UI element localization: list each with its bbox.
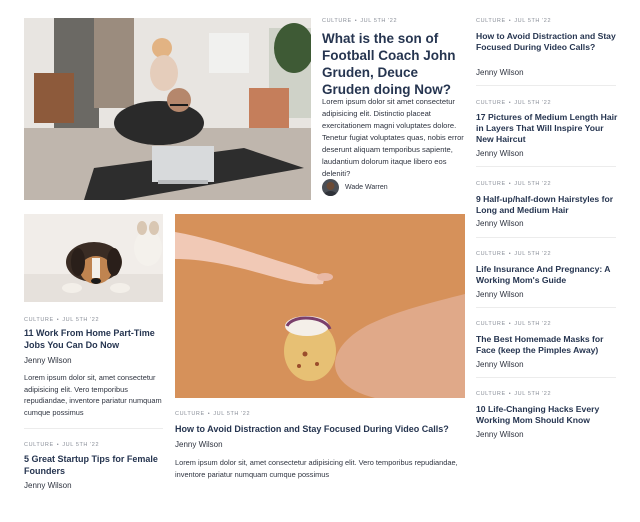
sidebar-meta: CULTURE • JUL 5TH '22 <box>476 100 552 106</box>
divider <box>476 237 616 238</box>
divider <box>476 307 616 308</box>
sidebar-title[interactable]: 10 Life-Changing Hacks Every Working Mom… <box>476 404 620 426</box>
date-label: JUL 5TH '22 <box>514 181 552 187</box>
post-author[interactable]: Jenny Wilson <box>24 356 72 365</box>
date-label: JUL 5TH '22 <box>514 391 552 397</box>
sidebar-author[interactable]: Jenny Wilson <box>476 430 524 439</box>
cake-hands-image[interactable] <box>175 214 465 398</box>
category-label[interactable]: CULTURE <box>476 251 506 257</box>
divider <box>476 85 616 86</box>
featured-author[interactable]: Wade Warren <box>345 184 388 191</box>
sidebar-author[interactable]: Jenny Wilson <box>476 68 524 77</box>
sidebar-meta: CULTURE • JUL 5TH '22 <box>476 18 552 24</box>
sidebar-meta: CULTURE • JUL 5TH '22 <box>476 391 552 397</box>
post-author[interactable]: Jenny Wilson <box>24 481 72 490</box>
category-label[interactable]: CULTURE <box>476 100 506 106</box>
divider <box>24 428 163 429</box>
post-excerpt: Lorem ipsum dolor sit, amet consectetur … <box>24 373 162 417</box>
date-label: JUL 5TH '22 <box>514 321 552 327</box>
category-label[interactable]: CULTURE <box>24 442 54 448</box>
category-label[interactable]: CULTURE <box>476 18 506 24</box>
sidebar-title[interactable]: 9 Half-up/half-down Hairstyles for Long … <box>476 194 618 216</box>
featured-title[interactable]: What is the son of Football Coach John G… <box>322 30 462 98</box>
author-avatar <box>322 179 339 196</box>
post-meta: CULTURE • JUL 5TH '22 <box>24 442 100 448</box>
date-label: JUL 5TH '22 <box>360 18 398 24</box>
sidebar-author[interactable]: Jenny Wilson <box>476 149 524 158</box>
sidebar-title[interactable]: 17 Pictures of Medium Length Hair in Lay… <box>476 112 618 145</box>
post-excerpt: Lorem ipsum dolor sit, amet consectetur … <box>175 458 458 479</box>
date-label: JUL 5TH '22 <box>213 411 251 417</box>
post-author[interactable]: Jenny Wilson <box>175 440 223 449</box>
divider <box>476 377 616 378</box>
sidebar-meta: CULTURE • JUL 5TH '22 <box>476 181 552 187</box>
post-meta: CULTURE • JUL 5TH '22 <box>24 317 100 323</box>
date-label: JUL 5TH '22 <box>514 100 552 106</box>
dog-image[interactable] <box>24 214 163 302</box>
date-label: JUL 5TH '22 <box>62 442 100 448</box>
sidebar-author[interactable]: Jenny Wilson <box>476 360 524 369</box>
sidebar-author[interactable]: Jenny Wilson <box>476 290 524 299</box>
date-label: JUL 5TH '22 <box>514 18 552 24</box>
featured-excerpt: Lorem ipsum dolor sit amet consectetur a… <box>322 97 464 178</box>
sidebar-title[interactable]: Life Insurance And Pregnancy: A Working … <box>476 264 620 286</box>
post-title[interactable]: How to Avoid Distraction and Stay Focuse… <box>175 424 470 436</box>
sidebar-title[interactable]: The Best Homemade Masks for Face (keep t… <box>476 334 620 356</box>
category-label[interactable]: CULTURE <box>476 181 506 187</box>
featured-meta: CULTURE • JUL 5TH '22 <box>322 18 398 24</box>
featured-image[interactable] <box>24 18 311 200</box>
sidebar-author[interactable]: Jenny Wilson <box>476 219 524 228</box>
category-label[interactable]: CULTURE <box>175 411 205 417</box>
date-label: JUL 5TH '22 <box>514 251 552 257</box>
sidebar-meta: CULTURE • JUL 5TH '22 <box>476 321 552 327</box>
sidebar-title[interactable]: How to Avoid Distraction and Stay Focuse… <box>476 31 618 53</box>
category-label[interactable]: CULTURE <box>322 18 352 24</box>
post-title[interactable]: 5 Great Startup Tips for Female Founders <box>24 454 169 477</box>
category-label[interactable]: CULTURE <box>24 317 54 323</box>
post-meta: CULTURE • JUL 5TH '22 <box>175 411 251 417</box>
sidebar-meta: CULTURE • JUL 5TH '22 <box>476 251 552 257</box>
date-label: JUL 5TH '22 <box>62 317 100 323</box>
category-label[interactable]: CULTURE <box>476 391 506 397</box>
divider <box>476 166 616 167</box>
post-title[interactable]: 11 Work From Home Part-Time Jobs You Can… <box>24 328 169 351</box>
category-label[interactable]: CULTURE <box>476 321 506 327</box>
